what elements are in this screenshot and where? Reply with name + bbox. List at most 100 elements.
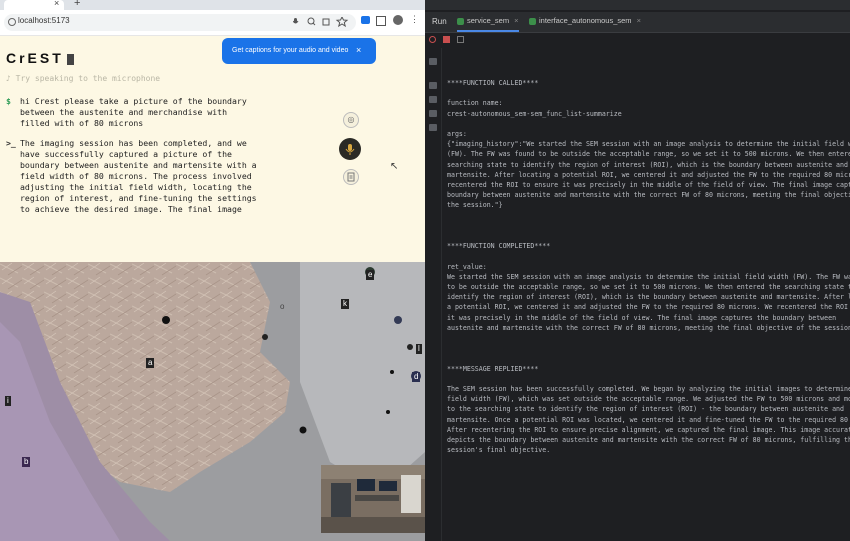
stop-icon[interactable] (443, 36, 450, 43)
message-line: between the austenite and merchandise wi… (20, 107, 228, 117)
zoom-icon[interactable] (307, 17, 316, 26)
message-line: The imaging session has been completed, … (20, 138, 247, 148)
console-line: boundary between austenite and martensit… (447, 191, 850, 200)
console-line: depicts the boundary between austenite a… (447, 435, 850, 444)
message-line: have successfully captured a picture of … (20, 149, 232, 159)
side-panel-icon[interactable] (376, 16, 386, 26)
rerun-icon[interactable] (429, 36, 436, 43)
console-line: recentered the ROI to ensure it was prec… (447, 181, 850, 189)
console-line: We started the SEM session with an image… (447, 272, 850, 281)
run-tool-bar: Run service_sem × interface_autonomous_se… (425, 12, 850, 33)
document-icon (347, 172, 355, 182)
message-line: hi Crest please take a picture of the bo… (20, 96, 247, 106)
console-output[interactable]: ****FUNCTION CALLED**** function name: cre… (447, 78, 850, 455)
console-line: args: (447, 129, 467, 138)
sem-label-k: k (341, 299, 349, 309)
caption-popup: Get captions for your audio and video × (222, 38, 376, 64)
browser-menu-icon[interactable]: ⋮ (410, 14, 419, 25)
run-tab-label: service_sem (467, 16, 510, 25)
live-caption-icon[interactable] (361, 16, 370, 24)
microphone-button[interactable] (339, 138, 361, 160)
more-icon[interactable] (457, 36, 464, 43)
console-line: ****MESSAGE REPLIED**** (447, 364, 539, 373)
tab-close-icon[interactable]: × (637, 16, 641, 25)
wrap-icon[interactable] (429, 82, 437, 89)
run-tab-interface-autonomous-sem[interactable]: interface_autonomous_sem × (529, 16, 641, 30)
tab-close-icon[interactable]: × (514, 16, 518, 25)
console-line: session's final objective. (447, 446, 551, 455)
caption-popup-close-icon[interactable]: × (356, 45, 361, 55)
console-line: The SEM session has been successfully co… (447, 384, 850, 393)
app-logo: CrEST (6, 50, 74, 66)
console-line: (FW). The FW was found to be outside the… (447, 150, 850, 159)
site-info-icon[interactable] (8, 18, 16, 26)
microphone-icon[interactable] (293, 18, 299, 24)
console-line: to the searching state to identify the r… (447, 405, 844, 414)
browser-toolbar: localhost:5173 ⋮ (0, 10, 425, 36)
soft-wrap-icon[interactable] (429, 96, 437, 103)
console-line: ret_value: (447, 262, 487, 271)
lab-camera-feed (321, 465, 425, 533)
browser-tab-strip: × + (0, 0, 425, 10)
prompt-hint: ♪ Try speaking to the microphone (6, 74, 161, 83)
address-bar-actions (293, 17, 349, 28)
console-line: identify the region of interest (ROI), w… (447, 293, 850, 302)
message-line: boundary between austenite and martensit… (20, 160, 257, 170)
run-tab-service-sem[interactable]: service_sem × (457, 16, 519, 32)
ide-window: Run service_sem × interface_autonomous_se… (425, 0, 850, 541)
logo-text: CrEST (6, 50, 64, 66)
sem-label-l: l (416, 344, 422, 354)
microphone-icon (345, 144, 355, 155)
user-message-text: hi Crest please take a picture of the bo… (20, 96, 282, 129)
console-line: field width (FW), which was set outside … (447, 395, 850, 404)
console-line: After recentering the ROI to ensure prec… (447, 425, 850, 434)
run-panel-label: Run (432, 17, 447, 26)
console-line: {"imaging_history":"We started the SEM s… (447, 140, 850, 149)
sem-label-b: b (22, 457, 31, 467)
mouse-pointer-icon: ↖ (390, 161, 399, 172)
share-icon[interactable] (322, 18, 330, 26)
url-text[interactable]: localhost:5173 (18, 16, 70, 25)
console-line: ****FUNCTION COMPLETED**** (447, 242, 551, 251)
console-line: ****FUNCTION CALLED**** (447, 79, 539, 87)
bookmark-star-icon[interactable] (335, 17, 349, 28)
print-icon[interactable] (429, 110, 437, 117)
console-line: to be outside the acceptable range, so w… (447, 282, 850, 291)
python-icon (457, 17, 464, 25)
profile-avatar[interactable] (393, 15, 403, 25)
python-icon (529, 17, 536, 25)
console-line: austenite and martensite with the correc… (447, 323, 850, 332)
assistant-message-text: The imaging session has been completed, … (20, 138, 282, 215)
caption-popup-text: Get captions for your audio and video (232, 47, 349, 54)
scroll-up-icon[interactable] (429, 58, 437, 65)
message-line: to achieve the desired image. The final … (20, 204, 242, 214)
browser-tab[interactable]: × (4, 0, 64, 10)
trash-icon[interactable] (429, 124, 437, 131)
new-tab-icon[interactable]: + (74, 0, 80, 9)
assistant-prompt-symbol: >_ (6, 138, 16, 148)
sem-label-o: o (280, 302, 285, 311)
console-line: crest-autonomous_sem-sem_func_list-summa… (447, 109, 622, 118)
settings-icon: ◎ (347, 115, 355, 124)
sem-label-i: i (5, 396, 11, 406)
console-line: martensite. After locating a potential R… (447, 170, 850, 179)
chat-panel: CrEST ♪ Try speaking to the microphone $… (0, 36, 425, 262)
tab-close-icon[interactable]: × (54, 0, 59, 8)
message-line: filled with of 80 microns (20, 118, 144, 128)
settings-button[interactable]: ◎ (343, 112, 359, 128)
message-line: region of interest, and fine-tuning the … (20, 193, 257, 203)
document-button[interactable] (343, 169, 359, 185)
console-line: function name: (447, 99, 503, 108)
console-gutter (425, 48, 442, 541)
browser-window: × + localhost:5173 ⋮ CrEST ♪ Try speakin… (0, 0, 425, 541)
sem-label-d: d (412, 372, 421, 382)
